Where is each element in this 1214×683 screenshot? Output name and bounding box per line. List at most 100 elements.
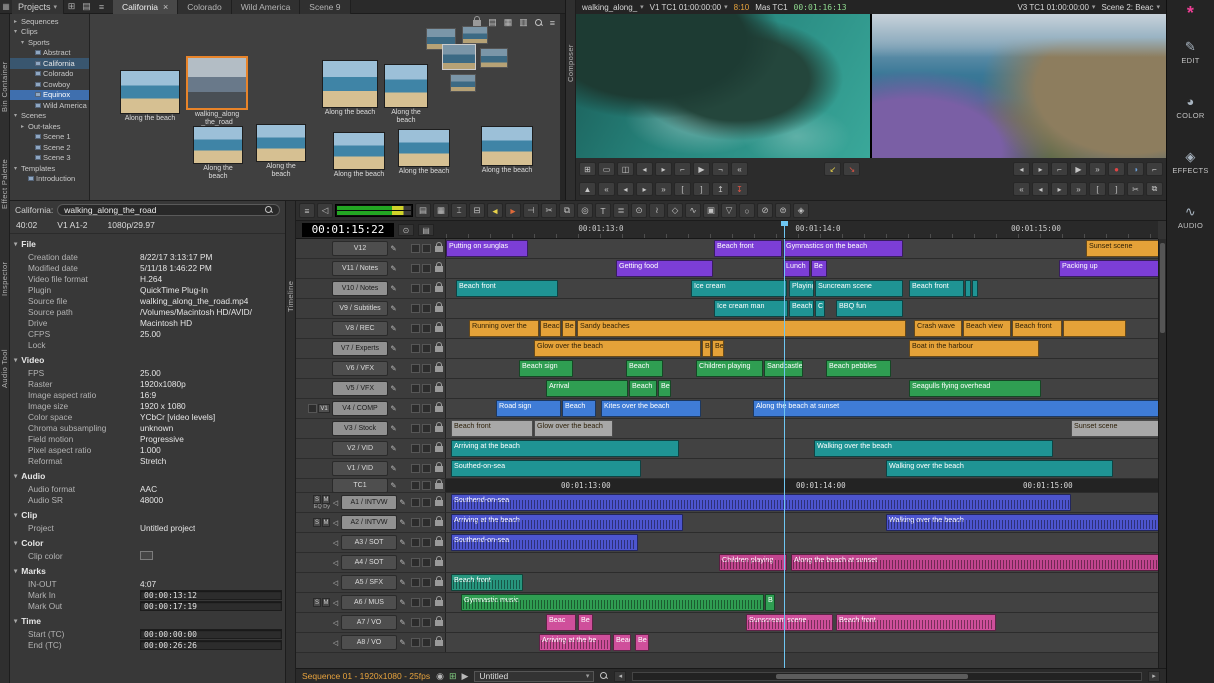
clip-arrival[interactable]: Arrival bbox=[546, 380, 628, 397]
monitor-toggle[interactable] bbox=[411, 638, 420, 647]
mute-button[interactable]: M bbox=[322, 598, 330, 607]
expand-arrow-icon[interactable]: ▸ bbox=[12, 18, 19, 25]
transport-go-out-button[interactable]: ] bbox=[1108, 182, 1125, 196]
tool-waveform[interactable]: ∿ bbox=[685, 203, 701, 218]
track-toggle[interactable] bbox=[422, 404, 431, 413]
bin-menu-icon[interactable]: ≡ bbox=[550, 18, 555, 28]
track-button-v4[interactable]: V4 / COMP bbox=[332, 401, 388, 416]
transport-play-button[interactable]: ▶ bbox=[693, 162, 710, 176]
clip-packing-up[interactable]: Packing up bbox=[1059, 260, 1158, 277]
transport-back-one-button[interactable]: ◂ bbox=[1032, 182, 1049, 196]
monitor-toggle[interactable] bbox=[411, 304, 420, 313]
monitor-toggle[interactable] bbox=[411, 618, 420, 627]
transport-frame-box-button[interactable]: ▭ bbox=[598, 162, 615, 176]
lock-icon[interactable] bbox=[435, 286, 443, 292]
side-tab-inspector[interactable]: Inspector bbox=[0, 244, 10, 314]
side-tab-bin-container[interactable]: Bin Container bbox=[0, 39, 10, 134]
transport-quick-transition-button[interactable]: ◑ bbox=[1127, 162, 1144, 176]
pencil-icon[interactable]: ✎ bbox=[388, 464, 399, 473]
workspace-effects[interactable]: ◈EFFECTS bbox=[1172, 150, 1208, 175]
track-toggle[interactable] bbox=[422, 598, 431, 607]
transport-rewind-button[interactable]: « bbox=[598, 182, 615, 196]
clip-beach-front[interactable]: Beach front bbox=[836, 614, 996, 631]
expand-arrow-icon[interactable]: ▸ bbox=[19, 123, 26, 130]
pencil-icon[interactable]: ✎ bbox=[397, 538, 408, 547]
sequence-menu[interactable]: Scene 2: Beac▾ bbox=[1101, 3, 1160, 12]
lane-v5[interactable]: ArrivalBeachBeSeagulls flying overhead bbox=[446, 379, 1158, 398]
transport-step-back-button[interactable]: ◂ bbox=[636, 162, 653, 176]
tool-video-quality[interactable]: ▣ bbox=[703, 203, 719, 218]
monitor-toggle[interactable] bbox=[411, 464, 420, 473]
focus-icon[interactable]: ⊙ bbox=[398, 224, 414, 236]
track-button-v2[interactable]: V2 / VID bbox=[332, 441, 388, 456]
clip-segment[interactable] bbox=[1063, 320, 1126, 337]
section-file[interactable]: ▾File bbox=[10, 234, 285, 251]
clip-be[interactable]: Be bbox=[811, 260, 827, 277]
lock-icon[interactable] bbox=[473, 20, 481, 26]
bin-clip-along-the-beach[interactable]: Along the beach bbox=[193, 126, 243, 181]
clip-b[interactable]: B bbox=[702, 340, 711, 357]
track-toggle[interactable] bbox=[422, 538, 431, 547]
pencil-icon[interactable]: ✎ bbox=[397, 638, 408, 647]
transport-step-forward-button[interactable]: ▸ bbox=[1032, 162, 1049, 176]
tree-item-out-takes[interactable]: ▸Out-takes bbox=[10, 121, 89, 132]
pencil-icon[interactable]: ✎ bbox=[388, 424, 399, 433]
clip-road-sign[interactable]: Road sign bbox=[496, 400, 561, 417]
monitor-toggle[interactable] bbox=[411, 324, 420, 333]
track-button-a6[interactable]: A6 / MUS bbox=[341, 595, 397, 610]
monitor-toggle[interactable] bbox=[411, 518, 420, 527]
transport-rewind-button[interactable]: « bbox=[1013, 182, 1030, 196]
tree-item-abstract[interactable]: Abstract bbox=[10, 48, 89, 59]
hamburger-menu-icon[interactable]: ≡ bbox=[94, 2, 109, 12]
transport-back-one-button[interactable]: ◂ bbox=[617, 182, 634, 196]
pencil-icon[interactable]: ✎ bbox=[388, 481, 399, 490]
playhead-marker[interactable] bbox=[784, 221, 785, 238]
track-button-a3[interactable]: A3 / SOT bbox=[341, 535, 397, 550]
clip-children-playing[interactable]: Children playing bbox=[719, 554, 787, 571]
clip-color-swatch[interactable] bbox=[140, 551, 153, 560]
clip-glow-over-the-beach[interactable]: Glow over the beach bbox=[534, 340, 701, 357]
lane-v3[interactable]: Beach frontGlow over the beachSunset sce… bbox=[446, 419, 1158, 438]
monitor-toggle[interactable] bbox=[411, 264, 420, 273]
expand-arrow-icon[interactable]: ▾ bbox=[12, 165, 19, 172]
clip-southend-on-sea[interactable]: Southend-on-sea bbox=[451, 494, 1071, 511]
lane-v11[interactable]: Getting foodLunchBePacking up bbox=[446, 259, 1158, 278]
pencil-icon[interactable]: ✎ bbox=[397, 498, 408, 507]
lock-icon[interactable] bbox=[435, 366, 443, 372]
lane-a5[interactable]: Beach front bbox=[446, 573, 1158, 592]
lock-icon[interactable] bbox=[435, 246, 443, 252]
mute-button[interactable]: M bbox=[322, 518, 330, 527]
frame-view-icon[interactable]: ▦ bbox=[504, 17, 513, 28]
lane-v4[interactable]: Road signBeachKites over the beachAlong … bbox=[446, 399, 1158, 418]
transport-mark-out-button[interactable]: ⌐ bbox=[1051, 162, 1068, 176]
track-toggle[interactable] bbox=[422, 558, 431, 567]
clip-along-the-beach-at-sunset[interactable]: Along the beach at sunset bbox=[791, 554, 1158, 571]
collapse-arrow-icon[interactable]: ▾ bbox=[14, 539, 17, 547]
track-toggle[interactable] bbox=[422, 578, 431, 587]
track-toggle[interactable] bbox=[422, 304, 431, 313]
tool-duplicate[interactable]: ⧉ bbox=[559, 203, 575, 218]
bin-clip-along-the-beach[interactable]: Along the beach bbox=[120, 70, 180, 123]
lock-icon[interactable] bbox=[435, 540, 443, 546]
expand-arrow-icon[interactable]: ▾ bbox=[12, 28, 19, 35]
tool-scissors[interactable]: ✂ bbox=[541, 203, 557, 218]
tool-snap[interactable]: ≀ bbox=[649, 203, 665, 218]
tree-item-clips[interactable]: ▾Clips bbox=[10, 27, 89, 38]
section-marks[interactable]: ▾Marks bbox=[10, 561, 285, 578]
lane-v6[interactable]: Beach signBeachChildren playingSandcastl… bbox=[446, 359, 1158, 378]
clip-beach[interactable]: Beach bbox=[540, 320, 561, 337]
tool-grid[interactable]: ▦ bbox=[433, 203, 449, 218]
track-toggle[interactable] bbox=[422, 284, 431, 293]
clip-beach-view[interactable]: Beach view bbox=[963, 320, 1011, 337]
track-button-v10[interactable]: V10 / Notes bbox=[332, 281, 388, 296]
tab-wild-america[interactable]: Wild America bbox=[232, 0, 301, 14]
clip-boat-in-the-harbour[interactable]: Boat in the harbour bbox=[909, 340, 1039, 357]
collapse-arrow-icon[interactable]: ▾ bbox=[14, 240, 17, 248]
track-button-v7[interactable]: V7 / Experts bbox=[332, 341, 388, 356]
track-button-a8[interactable]: A8 / VO bbox=[341, 635, 397, 650]
transport-eject-button[interactable]: ▲ bbox=[579, 182, 596, 196]
lane-v8[interactable]: Running over theBeachBeSandy beachesCras… bbox=[446, 319, 1158, 338]
track-toggle[interactable] bbox=[422, 264, 431, 273]
timeline-vertical-scrollbar[interactable] bbox=[1158, 239, 1166, 668]
collapse-arrow-icon[interactable]: ▾ bbox=[14, 356, 17, 364]
